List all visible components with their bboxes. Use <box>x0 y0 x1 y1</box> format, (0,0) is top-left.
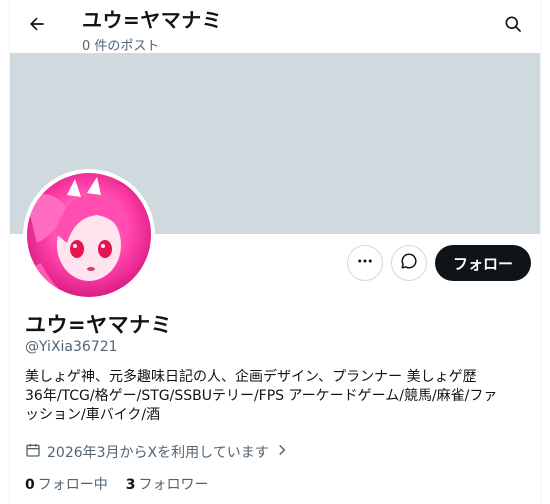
follow-stats: 0 フォロー中 3 フォロワー <box>25 474 209 494</box>
following-label: フォロー中 <box>37 477 108 493</box>
back-arrow-icon <box>27 14 47 38</box>
display-name: ユウ=ヤマナミ <box>25 313 173 337</box>
join-date-label: 2026年3月からXを利用しています <box>47 445 269 461</box>
profile-bio: 美しょゲ神、元多趣味日記の人、企画デザイン、プランナー 美しょゲ歴 36年/TC… <box>25 368 535 425</box>
followers-link[interactable]: 3 フォロワー <box>126 474 209 494</box>
right-border <box>540 0 541 504</box>
profile-page: ユウ=ヤマナミ 0 件のポスト フォロー ユウ=ヤマナミ @YiXia36721… <box>0 0 550 504</box>
header-title: ユウ=ヤマナミ <box>82 8 223 32</box>
user-handle: @YiXia36721 <box>25 339 118 355</box>
follow-button[interactable]: フォロー <box>435 245 531 281</box>
bio-line: 美しょゲ神、元多趣味日記の人、企画デザイン、プランナー 美しょゲ歴 <box>25 369 477 385</box>
more-horizontal-icon <box>356 252 374 274</box>
search-icon <box>503 14 523 38</box>
avatar[interactable] <box>23 169 155 301</box>
followers-label: フォロワー <box>138 477 209 493</box>
bio-line: ッション/車バイク/酒 <box>25 407 161 423</box>
following-link[interactable]: 0 フォロー中 <box>25 474 108 494</box>
search-button[interactable] <box>498 11 528 41</box>
followers-count: 3 <box>125 477 136 493</box>
message-button[interactable] <box>391 245 427 281</box>
post-count: 0 件のポスト <box>82 39 160 54</box>
chevron-right-icon <box>275 443 289 461</box>
back-button[interactable] <box>22 11 52 41</box>
profile-header: ユウ=ヤマナミ 0 件のポスト <box>10 0 540 54</box>
bio-line: 36年/TCG/格ゲー/STG/SSBUテリー/FPS アーケードゲーム/競馬/… <box>25 388 498 404</box>
avatar-image <box>27 173 151 297</box>
following-count: 0 <box>25 477 35 493</box>
message-icon <box>400 252 418 274</box>
calendar-icon <box>25 442 41 462</box>
join-date[interactable]: 2026年3月からXを利用しています <box>25 442 289 462</box>
more-button[interactable] <box>347 245 383 281</box>
